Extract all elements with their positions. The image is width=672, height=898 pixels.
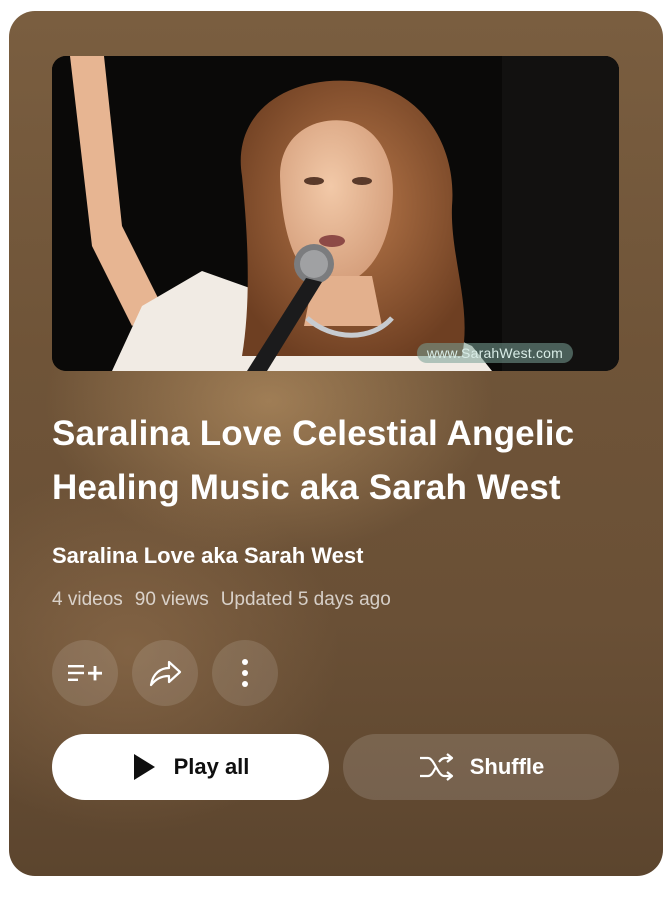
play-icon	[133, 754, 155, 780]
shuffle-label: Shuffle	[469, 754, 545, 779]
playlist-thumbnail[interactable]: www.SarahWest.com	[52, 56, 619, 371]
view-count: 90 views	[134, 589, 209, 610]
thumbnail-watermark: www.SarahWest.com	[416, 343, 573, 363]
playlist-stats: 4 videos 90 views Updated 5 days ago	[52, 589, 391, 611]
thumbnail-image	[52, 56, 619, 371]
more-actions-button[interactable]	[212, 640, 278, 706]
updated-date: Updated 5 days ago	[220, 589, 391, 610]
playlist-owner-link[interactable]: Saralina Love aka Sarah West	[52, 543, 363, 569]
playlist-title: Saralina Love Celestial Angelic Healing …	[52, 414, 575, 507]
share-button[interactable]	[132, 640, 198, 706]
video-count: 4 videos	[52, 589, 123, 610]
shuffle-button[interactable]: Shuffle	[343, 734, 619, 800]
more-vert-icon	[242, 659, 248, 687]
play-all-button[interactable]: Play all	[52, 734, 329, 800]
save-to-playlist-button[interactable]	[52, 640, 118, 706]
playlist-add-icon	[68, 665, 102, 681]
playlist-header-card: www.SarahWest.com Saralina Love Celestia…	[9, 11, 663, 876]
play-all-label: Play all	[173, 754, 250, 779]
share-icon	[149, 660, 182, 687]
shuffle-icon	[419, 753, 453, 781]
